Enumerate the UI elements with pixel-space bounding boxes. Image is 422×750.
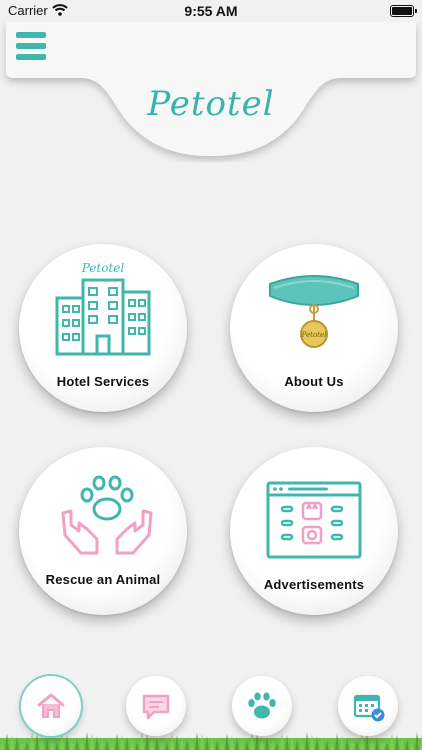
nav-pets-button[interactable] bbox=[232, 676, 292, 736]
home-icon bbox=[37, 693, 65, 718]
hotel-services-label: Hotel Services bbox=[56, 374, 150, 389]
hands-paw-icon bbox=[61, 475, 153, 555]
advertisements-tile[interactable]: Advertisements bbox=[230, 447, 398, 615]
menu-button[interactable] bbox=[14, 30, 50, 64]
battery-icon bbox=[390, 5, 417, 17]
nav-bookings-button[interactable] bbox=[338, 676, 398, 736]
clock: 9:55 AM bbox=[184, 3, 238, 19]
collar-tag-text: Petotel bbox=[301, 331, 327, 339]
calendar-check-icon bbox=[353, 694, 385, 722]
status-bar: Carrier 9:55 AM bbox=[0, 0, 422, 22]
rescue-animal-tile[interactable]: Rescue an Animal bbox=[19, 447, 187, 615]
pet-collar-icon: Petotel bbox=[269, 275, 359, 348]
advertisements-label: Advertisements bbox=[263, 577, 365, 592]
nav-home-button[interactable] bbox=[21, 676, 81, 736]
hotel-building-icon: Petotel bbox=[55, 261, 151, 356]
browser-ads-icon bbox=[266, 481, 362, 559]
about-us-tile[interactable]: Petotel About Us bbox=[230, 244, 398, 412]
hotel-sign-text: Petotel bbox=[81, 261, 125, 275]
paw-icon bbox=[248, 692, 276, 719]
hotel-services-tile[interactable]: Petotel Hotel Services bbox=[19, 244, 187, 412]
about-us-label: About Us bbox=[284, 374, 344, 389]
app-logo: Petotel bbox=[147, 84, 275, 124]
app-header: Petotel bbox=[0, 22, 422, 162]
chat-icon bbox=[142, 694, 170, 720]
nav-messages-button[interactable] bbox=[126, 676, 186, 736]
rescue-animal-label: Rescue an Animal bbox=[45, 572, 161, 587]
